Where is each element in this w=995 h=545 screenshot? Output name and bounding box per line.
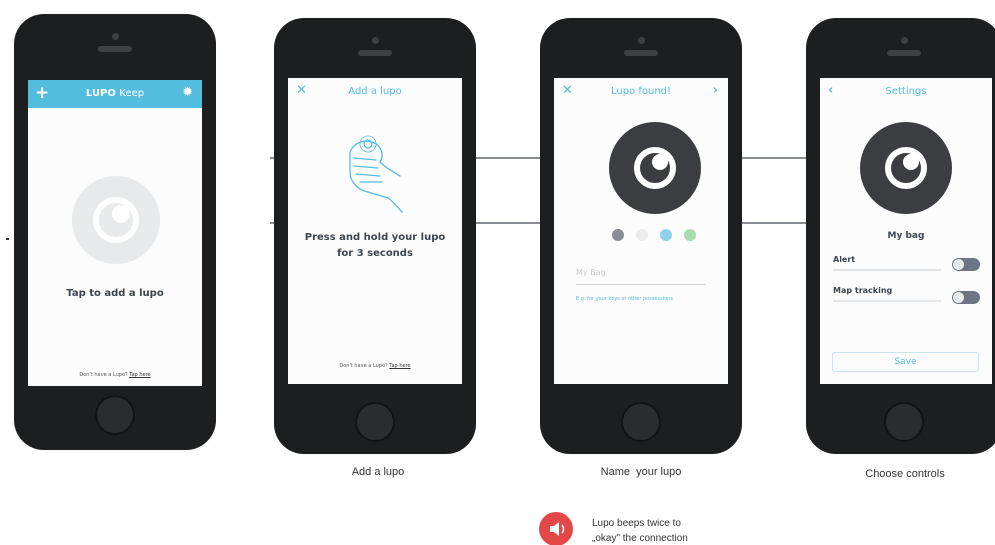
screen-header: ✕ Add a lupo — [288, 78, 462, 106]
empty-lupo-placeholder[interactable] — [72, 176, 160, 264]
lupo-device-circle — [609, 122, 701, 214]
earpiece — [98, 46, 132, 52]
home-button — [621, 402, 661, 442]
phone-settings: ‹ Settings My bag Alert Map tracking Sav… — [806, 18, 995, 454]
speaker-icon — [539, 512, 573, 545]
camera — [372, 37, 379, 44]
lupo-logo-icon — [885, 147, 927, 189]
phone-found: ✕ Lupo found! › My Bag E.g. for your key… — [540, 18, 742, 454]
gear-icon[interactable]: ✹ — [182, 85, 193, 100]
home-screen: + LUPO Keep ✹ Tap to add a lupo Don't ha… — [28, 80, 202, 386]
home-button — [355, 402, 395, 442]
edge-mark — [6, 238, 9, 240]
camera — [901, 37, 908, 44]
lupo-device-circle — [860, 122, 952, 214]
tap-here-link[interactable]: Tap here — [129, 372, 150, 378]
screen-title: Add a lupo — [348, 86, 402, 97]
beep-note: Lupo beeps twice to „okay" the connectio… — [592, 516, 688, 545]
color-option[interactable] — [612, 229, 624, 241]
name-input[interactable]: My Bag — [576, 268, 708, 277]
caption-add: Add a lupo — [351, 466, 405, 478]
caption-name: Name your lupo — [600, 466, 682, 478]
color-option[interactable] — [636, 229, 648, 241]
beep-note-line-1: Lupo beeps twice to — [592, 518, 681, 529]
screen-header: ✕ Lupo found! › — [554, 78, 728, 106]
caption-controls: Choose controls — [865, 468, 945, 480]
screen-title: Settings — [885, 86, 927, 97]
home-button — [884, 402, 924, 442]
earpiece — [358, 50, 392, 56]
name-hint: E.g. for your keys or other possessions — [576, 296, 673, 302]
footer-help: Don't have a Lupo? Tap here — [339, 363, 411, 369]
camera — [638, 37, 645, 44]
color-option[interactable] — [660, 229, 672, 241]
connector-line — [740, 157, 810, 159]
connector-line — [474, 157, 544, 159]
map-tracking-label: Map tracking — [833, 286, 893, 295]
screen-title: Lupo found! — [610, 86, 672, 97]
hand-press-icon — [349, 135, 403, 213]
color-option[interactable] — [684, 229, 696, 241]
add-screen: ✕ Add a lupo Press and hold your lupo fo… — [288, 78, 462, 384]
map-tracking-toggle[interactable] — [952, 291, 980, 304]
input-underline — [576, 284, 706, 285]
phone-add: ✕ Add a lupo Press and hold your lupo fo… — [274, 18, 476, 454]
earpiece — [887, 50, 921, 56]
beep-note-line-2: „okay" the connection — [592, 533, 688, 544]
instruction-line-1: Press and hold your lupo — [304, 232, 446, 243]
instruction-line-2: for 3 seconds — [337, 248, 413, 259]
lupo-logo-icon — [634, 147, 676, 189]
found-screen: ✕ Lupo found! › My Bag E.g. for your key… — [554, 78, 728, 384]
device-name: My bag — [887, 231, 925, 241]
earpiece — [624, 50, 658, 56]
tap-to-add-text[interactable]: Tap to add a lupo — [28, 288, 202, 299]
screen-header: ‹ Settings — [820, 78, 992, 106]
connector-line — [474, 222, 544, 224]
map-tracking-description — [833, 300, 941, 302]
app-header: + LUPO Keep ✹ — [28, 80, 202, 108]
footer-help: Don't have a Lupo? Tap here — [79, 372, 151, 378]
alert-toggle[interactable] — [952, 258, 980, 271]
connector-line — [740, 222, 810, 224]
chevron-right-icon[interactable]: › — [713, 83, 718, 98]
alert-label: Alert — [833, 255, 856, 264]
camera — [112, 33, 119, 40]
app-title: LUPO Keep — [85, 88, 145, 99]
alert-description — [833, 269, 941, 271]
phone-home: + LUPO Keep ✹ Tap to add a lupo Don't ha… — [14, 14, 216, 450]
lupo-logo-icon — [93, 197, 139, 243]
save-button[interactable]: Save — [832, 352, 979, 372]
settings-screen: ‹ Settings My bag Alert Map tracking Sav… — [820, 78, 992, 384]
tap-here-link[interactable]: Tap here — [389, 363, 410, 369]
home-button — [95, 395, 135, 435]
